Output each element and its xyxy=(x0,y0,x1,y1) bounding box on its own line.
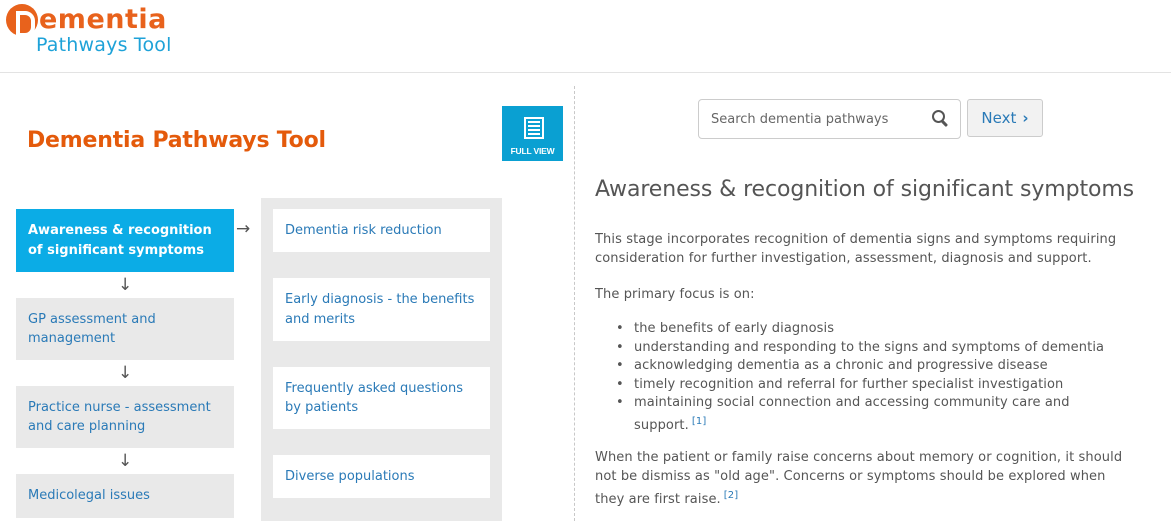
sub-item-label: Diverse populations xyxy=(285,468,415,484)
down-arrow-icon: ↓ xyxy=(118,275,133,295)
list-icon xyxy=(524,117,544,139)
search-input[interactable] xyxy=(711,108,921,130)
down-arrow-icon: ↓ xyxy=(118,451,133,471)
stage-label: GP assessment and management xyxy=(28,311,156,347)
full-view-button[interactable]: FULL VIEW xyxy=(502,106,563,161)
focus-intro: The primary focus is on: xyxy=(595,287,755,302)
logo-d-mark xyxy=(6,4,38,37)
list-item: maintaining social connection and access… xyxy=(616,394,1135,435)
right-arrow-icon: → xyxy=(236,219,251,239)
stage-label: Practice nurse - assessment and care pla… xyxy=(28,399,211,435)
reference-link[interactable]: [1] xyxy=(692,416,706,427)
stage-label: Awareness & recognition of significant s… xyxy=(28,223,212,258)
column-divider xyxy=(574,86,575,521)
sub-item-faq[interactable]: Frequently asked questions by patients xyxy=(273,367,490,429)
stage-content: Awareness & recognition of significant s… xyxy=(595,176,1135,521)
next-button[interactable]: Next › xyxy=(967,99,1043,137)
logo[interactable]: ementia Pathways Tool xyxy=(6,3,172,56)
full-view-label: FULL VIEW xyxy=(510,146,555,156)
sub-item-diverse-populations[interactable]: Diverse populations xyxy=(273,455,490,498)
sub-item-label: Dementia risk reduction xyxy=(285,222,442,238)
stage-practice-nurse[interactable]: Practice nurse - assessment and care pla… xyxy=(16,386,234,448)
down-arrow-icon: ↓ xyxy=(118,363,133,383)
search-icon[interactable] xyxy=(932,110,949,128)
next-label: Next xyxy=(981,109,1017,127)
site-header: ementia Pathways Tool xyxy=(0,0,1171,73)
list-item: acknowledging dementia as a chronic and … xyxy=(616,357,1135,376)
stage-medicolegal[interactable]: Medicolegal issues xyxy=(16,474,234,518)
list-item: timely recognition and referral for furt… xyxy=(616,376,1135,395)
content-heading: Awareness & recognition of significant s… xyxy=(595,177,1135,202)
sub-item-label: Early diagnosis - the benefits and merit… xyxy=(285,292,475,327)
concerns-paragraph: When the patient or family raise concern… xyxy=(595,450,1123,507)
list-item: the benefits of early diagnosis xyxy=(616,320,1135,339)
stage-awareness[interactable]: Awareness & recognition of significant s… xyxy=(16,209,234,272)
stage-label: Medicolegal issues xyxy=(28,488,150,504)
logo-subtitle: Pathways Tool xyxy=(36,34,172,56)
logo-word: ementia xyxy=(39,4,167,35)
sub-item-label: Frequently asked questions by patients xyxy=(285,380,463,416)
list-item: understanding and responding to the sign… xyxy=(616,339,1135,358)
sub-item-risk-reduction[interactable]: Dementia risk reduction xyxy=(273,209,490,252)
stage-gp-assessment[interactable]: GP assessment and management xyxy=(16,298,234,360)
reference-link[interactable]: [2] xyxy=(724,490,738,501)
tool-title: Dementia Pathways Tool xyxy=(27,128,326,153)
sub-item-early-diagnosis[interactable]: Early diagnosis - the benefits and merit… xyxy=(273,278,490,341)
focus-list: the benefits of early diagnosis understa… xyxy=(616,320,1135,435)
intro-paragraph: This stage incorporates recognition of d… xyxy=(595,232,1117,266)
search-box xyxy=(698,99,961,139)
chevron-right-icon: › xyxy=(1022,109,1029,127)
